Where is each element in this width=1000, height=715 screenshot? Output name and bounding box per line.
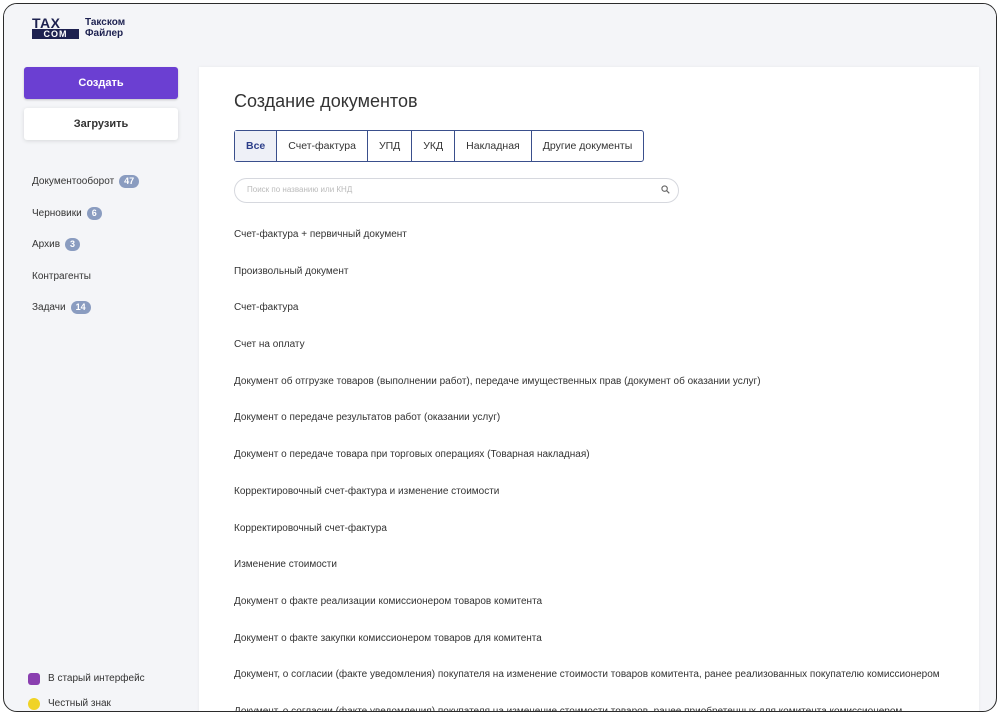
- chestny-znak-link[interactable]: Честный знак: [28, 691, 145, 711]
- page-title: Создание документов: [234, 91, 418, 111]
- tab-other-documents[interactable]: Другие документы: [532, 131, 644, 161]
- list-item[interactable]: Документ об отгрузке товаров (выполнении…: [234, 372, 979, 409]
- upload-button[interactable]: Загрузить: [24, 108, 178, 140]
- tab-upd[interactable]: УПД: [368, 131, 413, 161]
- tab-ukd[interactable]: УКД: [412, 131, 456, 161]
- sidebar-item-tasks[interactable]: Задачи 14: [32, 292, 139, 324]
- document-type-list: Счет-фактура + первичный документ Произв…: [234, 225, 979, 711]
- chestny-znak-label: Честный знак: [48, 698, 111, 709]
- sidebar-item-document-flow[interactable]: Документооборот 47: [32, 166, 140, 198]
- taxcom-logo[interactable]: TAX COM Такском Файлер: [32, 14, 125, 39]
- sidebar-nav: Документооборот 47 Черновики 6 Архив 3 К…: [32, 166, 140, 324]
- sidebar-item-drafts[interactable]: Черновики 6: [32, 198, 139, 230]
- logo-text: Такском Файлер: [85, 17, 125, 39]
- list-item[interactable]: Произвольный документ: [234, 262, 979, 299]
- list-item[interactable]: Документ о факте закупки комиссионером т…: [234, 629, 979, 666]
- list-item[interactable]: Документ о передаче результатов работ (о…: [234, 408, 979, 445]
- list-item[interactable]: Корректировочный счет-фактура и изменени…: [234, 482, 979, 519]
- search-icon[interactable]: [661, 185, 670, 194]
- list-item[interactable]: Счет-фактура + первичный документ: [234, 225, 979, 262]
- logo-mark: TAX COM: [32, 14, 80, 39]
- list-item[interactable]: Документ о передаче товара при торговых …: [234, 445, 979, 482]
- sidebar-item-label: Контрагенты: [32, 270, 91, 282]
- header: TAX COM Такском Файлер: [4, 4, 996, 60]
- sidebar-item-counterparties[interactable]: Контрагенты: [32, 261, 139, 293]
- old-interface-icon: [28, 672, 40, 685]
- document-type-tabs: Все Счет-фактура УПД УКД Накладная Други…: [234, 130, 645, 162]
- sidebar-item-archive[interactable]: Архив 3: [32, 229, 139, 261]
- old-interface-label: В старый интерфейс: [48, 673, 145, 684]
- logo-line-2: Файлер: [85, 28, 124, 39]
- app-window: TAX COM Такском Файлер Создать Загрузить…: [3, 3, 997, 712]
- count-badge: 14: [70, 301, 91, 315]
- sidebar-item-label: Черновики: [32, 207, 82, 219]
- sidebar-bottom-links: В старый интерфейс Честный знак: [28, 666, 145, 711]
- tab-waybill[interactable]: Накладная: [455, 131, 532, 161]
- logo-line-1: Такском: [85, 17, 126, 28]
- search-field[interactable]: [234, 178, 679, 203]
- count-badge: 47: [119, 175, 140, 189]
- list-item[interactable]: Корректировочный счет-фактура: [234, 519, 979, 556]
- list-item[interactable]: Документ, о согласии (факте уведомления)…: [234, 665, 979, 702]
- count-badge: 3: [65, 238, 81, 252]
- list-item[interactable]: Изменение стоимости: [234, 555, 979, 592]
- list-item[interactable]: Счет-фактура: [234, 298, 979, 335]
- chestny-znak-icon: [28, 697, 40, 710]
- count-badge: 6: [86, 206, 102, 220]
- list-item[interactable]: Документ, о согласии (факте уведомления)…: [234, 702, 979, 711]
- main-panel: Создание документов Все Счет-фактура УПД…: [199, 67, 979, 711]
- old-interface-link[interactable]: В старый интерфейс: [28, 666, 145, 691]
- sidebar-item-label: Документооборот: [32, 176, 115, 188]
- tab-all[interactable]: Все: [235, 131, 278, 161]
- list-item[interactable]: Счет на оплату: [234, 335, 979, 372]
- search-input[interactable]: [245, 184, 649, 195]
- list-item[interactable]: Документ о факте реализации комиссионеро…: [234, 592, 979, 629]
- tab-invoice[interactable]: Счет-фактура: [277, 131, 368, 161]
- logo-com: COM: [32, 28, 79, 39]
- sidebar-item-label: Задачи: [32, 302, 66, 314]
- logo-tax: TAX: [32, 14, 61, 31]
- sidebar-item-label: Архив: [32, 239, 61, 251]
- create-button[interactable]: Создать: [24, 67, 178, 99]
